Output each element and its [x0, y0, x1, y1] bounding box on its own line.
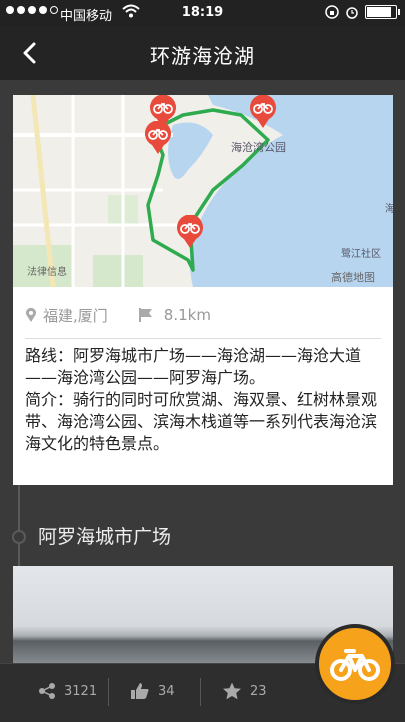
route-path-text: 路线：阿罗海城市广场——海沧湖——海沧大道——海沧湾公园——阿罗海广场。 [25, 346, 362, 387]
route-map[interactable]: 海沧湾公园 鹭江社区 海 法律信息 高德地图 [13, 95, 393, 287]
map-label-district: 鹭江社区 [341, 249, 381, 260]
map-brand-logo: 高德地图 [331, 271, 375, 284]
status-bar: 中国移动 18:19 [0, 0, 405, 26]
battery-level-fill [367, 7, 391, 17]
share-icon [39, 683, 55, 699]
timeline-node [12, 530, 26, 544]
route-location: 福建,厦门 [43, 306, 108, 325]
route-meta: 福建,厦门 8.1km [25, 302, 381, 328]
page-title: 环游海沧湖 [150, 44, 255, 68]
route-card: 海沧湾公园 鹭江社区 海 法律信息 高德地图 福建,厦门 8.1km 路线：阿罗… [13, 95, 393, 485]
share-count: 3121 [64, 683, 98, 699]
map-legal-link[interactable]: 法律信息 [27, 263, 67, 278]
battery-icon [365, 5, 400, 19]
map-label-edge: 海 [385, 204, 393, 215]
bike-marker-icon[interactable] [143, 121, 173, 155]
divider [108, 678, 109, 706]
rotation-lock-icon [325, 5, 339, 19]
map-canvas [13, 95, 393, 287]
stop-title: 阿罗海城市广场 [38, 526, 172, 548]
bicycle-icon [330, 649, 380, 681]
like-button[interactable]: 34 [130, 682, 175, 700]
map-label-park: 海沧湾公园 [231, 141, 286, 154]
favorite-button[interactable]: 23 [222, 682, 267, 700]
route-description: 路线：阿罗海城市广场——海沧湖——海沧大道——海沧湾公园——阿罗海广场。 简介：… [25, 345, 381, 455]
timeline-line [18, 485, 20, 570]
like-count: 34 [158, 683, 175, 699]
bike-marker-icon[interactable] [248, 95, 278, 129]
bike-marker-icon[interactable] [175, 215, 205, 249]
favorite-count: 23 [250, 683, 267, 699]
route-intro-text: 简介：骑行的同时可欣赏湖、海双景、红树林景观带、海沧湾公园、滨海木栈道等一系列代… [25, 390, 378, 453]
thumbs-up-icon [131, 683, 149, 699]
share-button[interactable]: 3121 [38, 682, 97, 700]
navigation-bar: 环游海沧湖 [0, 26, 405, 80]
location-pin-icon [26, 307, 36, 322]
start-ride-button[interactable] [315, 624, 395, 704]
flag-icon [138, 308, 152, 322]
route-distance: 8.1km [163, 306, 211, 324]
divider [200, 678, 201, 706]
divider [25, 338, 381, 339]
alarm-icon [346, 7, 358, 19]
star-icon [223, 682, 241, 700]
